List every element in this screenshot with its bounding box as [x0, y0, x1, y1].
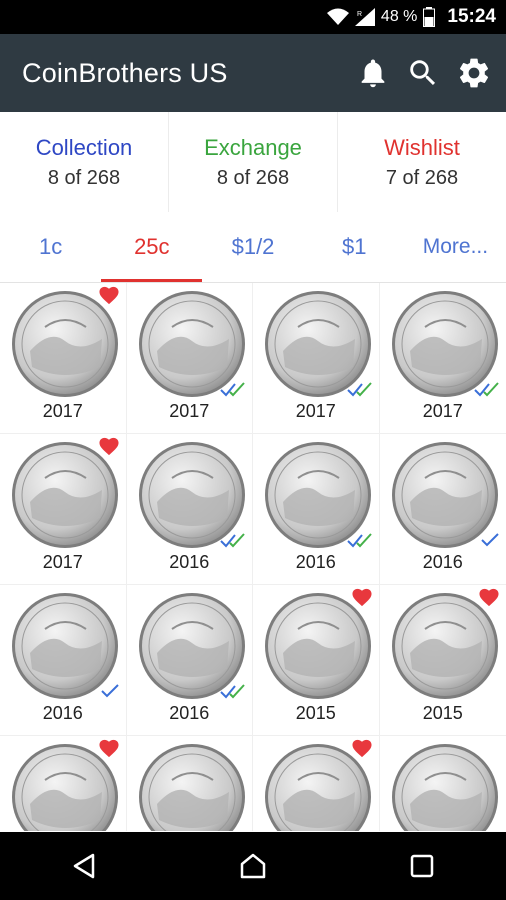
coin-card[interactable]: 2017	[126, 283, 253, 434]
app-bar: CoinBrothers US	[0, 34, 506, 112]
coin-card[interactable]	[253, 736, 380, 831]
summary-exchange-label: Exchange	[204, 134, 302, 160]
svg-text:R: R	[357, 11, 362, 18]
coin-card[interactable]: 2015	[253, 585, 380, 736]
coin-grid: 2017 2017 2017 2017 2017 2016 2016 2016 2016 2016…	[0, 283, 506, 831]
wifi-icon	[326, 8, 349, 25]
summary-exchange[interactable]: Exchange 8 of 268	[169, 112, 338, 212]
coin-year: 2015	[422, 703, 463, 723]
quarter-coin-image	[138, 744, 245, 831]
coin-year: 2017	[169, 401, 210, 421]
notification-bell-icon[interactable]	[356, 56, 390, 90]
wishlist-heart-icon[interactable]	[98, 436, 120, 456]
coin-card[interactable]: 2017	[0, 283, 127, 434]
collection-check-icon	[100, 684, 119, 698]
summary-wishlist-count: 7 of 268	[385, 166, 459, 189]
wishlist-heart-icon[interactable]	[351, 587, 373, 607]
exchange-double-check-icon	[220, 533, 245, 548]
coin-card[interactable]: 2016	[0, 585, 127, 736]
coin-card[interactable]: 2015	[379, 585, 506, 736]
wishlist-heart-icon[interactable]	[98, 738, 120, 758]
denomination-tabs: 1c 25c $1/2 $1 More...	[0, 212, 506, 283]
coin-year: 2017	[42, 401, 83, 421]
coin-year: 2017	[42, 552, 83, 572]
quarter-coin-image	[12, 291, 118, 397]
home-icon[interactable]	[238, 851, 268, 881]
exchange-double-check-icon	[346, 533, 372, 548]
quarter-coin-image	[12, 442, 118, 548]
signal-icon: R	[354, 8, 375, 26]
battery-icon	[423, 7, 436, 27]
clock: 15:24	[447, 6, 496, 27]
coin-year: 2017	[295, 401, 336, 421]
exchange-double-check-icon	[220, 684, 245, 699]
coin-year: 2015	[295, 703, 336, 723]
settings-gear-icon[interactable]	[456, 55, 492, 91]
collection-check-icon	[481, 533, 499, 547]
tab-more[interactable]: More...	[405, 212, 506, 282]
tab-1c[interactable]: 1c	[0, 212, 101, 282]
collection-summary: Collection 8 of 268 Exchange 8 of 268 Wi…	[0, 112, 506, 213]
search-icon[interactable]	[406, 56, 440, 90]
summary-collection-label: Collection	[35, 134, 133, 160]
wishlist-heart-icon[interactable]	[351, 738, 373, 758]
coin-card[interactable]	[127, 736, 253, 831]
quarter-coin-image	[265, 593, 371, 699]
coin-card[interactable]: 2017	[0, 434, 127, 585]
quarter-coin-image	[391, 593, 498, 699]
quarter-coin-image	[391, 744, 498, 831]
coin-year: 2016	[295, 552, 336, 572]
coin-card[interactable]: 2017	[379, 283, 506, 434]
wishlist-heart-icon[interactable]	[98, 285, 120, 305]
system-nav-bar	[0, 832, 506, 900]
battery-percent: 48 %	[380, 8, 418, 25]
exchange-double-check-icon	[474, 382, 499, 397]
coin-year: 2016	[169, 552, 210, 572]
wishlist-heart-icon[interactable]	[478, 587, 500, 607]
summary-collection-count: 8 of 268	[47, 166, 121, 189]
coin-year: 2016	[42, 703, 83, 723]
summary-exchange-count: 8 of 268	[216, 166, 290, 189]
tab-25c[interactable]: 25c	[101, 212, 203, 282]
coin-card[interactable]: 2016	[126, 585, 253, 736]
coin-card[interactable]: 2016	[253, 434, 380, 585]
coin-year: 2017	[422, 401, 463, 421]
exchange-double-check-icon	[220, 382, 245, 397]
coin-card[interactable]: 2016	[126, 434, 253, 585]
tab-1-dollar[interactable]: $1	[304, 212, 405, 282]
summary-wishlist[interactable]: Wishlist 7 of 268	[338, 112, 506, 212]
summary-wishlist-label: Wishlist	[384, 134, 460, 160]
summary-collection[interactable]: Collection 8 of 268	[0, 112, 169, 212]
coin-card[interactable]	[0, 736, 127, 831]
coin-card[interactable]	[380, 736, 506, 831]
coin-year: 2016	[422, 552, 463, 572]
status-bar: R 48 % 15:24	[0, 0, 506, 34]
coin-card[interactable]: 2016	[379, 434, 506, 585]
back-icon[interactable]	[69, 851, 99, 881]
exchange-double-check-icon	[346, 382, 372, 397]
tab-half-dollar[interactable]: $1/2	[202, 212, 303, 282]
coin-year: 2016	[169, 703, 210, 723]
app-title: CoinBrothers US	[22, 57, 228, 88]
coin-card[interactable]: 2017	[253, 283, 380, 434]
recents-icon[interactable]	[407, 851, 437, 881]
